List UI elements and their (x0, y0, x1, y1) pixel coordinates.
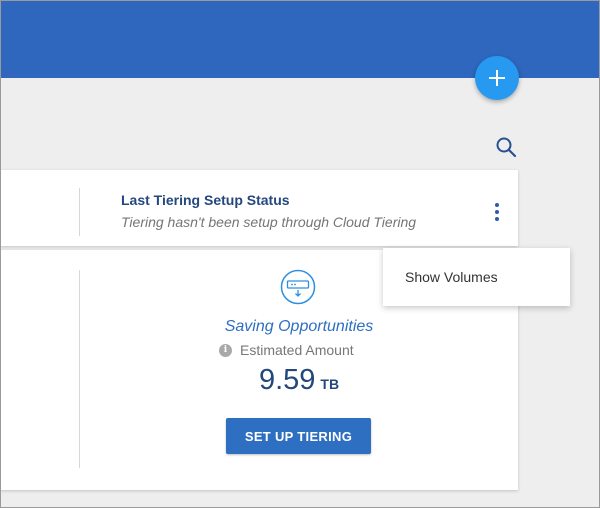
tiering-status-title: Last Tiering Setup Status (121, 192, 290, 208)
search-icon (496, 137, 517, 158)
more-vertical-icon-dot (495, 210, 499, 214)
options-menu: Show Volumes (383, 248, 570, 306)
set-up-tiering-button[interactable]: SET UP TIERING (226, 418, 371, 454)
tiering-storage-icon (280, 269, 316, 305)
search-button[interactable] (493, 134, 519, 160)
status-divider (79, 188, 80, 236)
more-vertical-icon-dot (495, 203, 499, 207)
estimated-amount-label: Estimated Amount (240, 342, 354, 358)
info-icon[interactable]: i (219, 343, 232, 357)
more-options-button[interactable] (485, 198, 509, 226)
more-vertical-icon-dot (495, 217, 499, 221)
tiering-status-card (0, 170, 518, 246)
savings-divider (79, 270, 80, 468)
estimated-amount-unit: TB (320, 376, 340, 392)
estimated-amount-value: 9.59 (258, 364, 316, 396)
saving-opportunities-title: Saving Opportunities (224, 318, 374, 335)
add-button[interactable] (475, 56, 519, 100)
tiering-status-text: Tiering hasn't been setup through Cloud … (121, 214, 417, 230)
estimated-amount: 9.59 TB (199, 364, 399, 400)
plus-icon (489, 70, 505, 86)
estimated-amount-row: i Estimated Amount (219, 341, 354, 359)
menu-item-show-volumes[interactable]: Show Volumes (405, 269, 498, 285)
